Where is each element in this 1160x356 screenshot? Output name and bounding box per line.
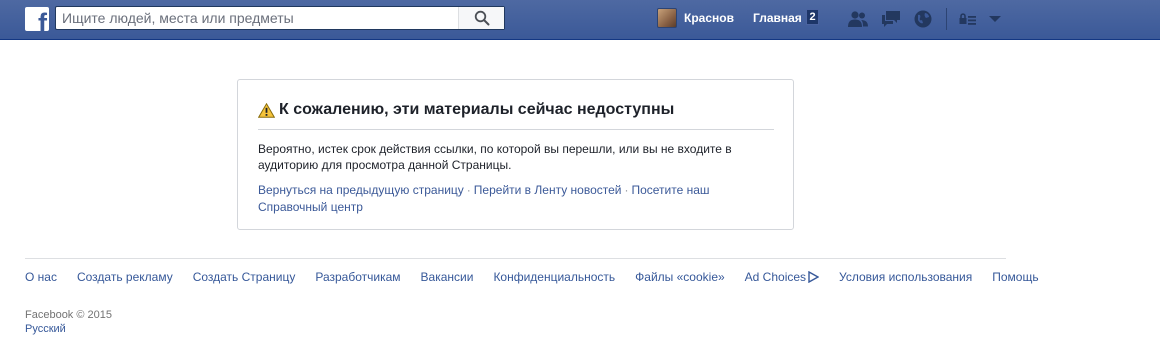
messages-button[interactable]: [880, 9, 902, 29]
error-title-text: К сожалению, эти материалы сейчас недост…: [279, 101, 675, 118]
link-separator: ·: [624, 183, 629, 197]
go-back-link[interactable]: Вернуться на предыдущую страницу: [258, 183, 464, 197]
account-menu-button[interactable]: [984, 9, 1006, 29]
error-title: К сожалению, эти материалы сейчас недост…: [258, 101, 674, 119]
error-links: Вернуться на предыдущую страницу · Перейти…: [258, 182, 758, 216]
footer-links: О нас Создать рекламу Создать Страницу Р…: [25, 270, 1059, 284]
facebook-logo-letter: f: [38, 8, 47, 32]
news-feed-link[interactable]: Перейти в Ленту новостей: [474, 183, 622, 197]
ad-choices-icon: [808, 271, 820, 283]
footer-link-create-ad[interactable]: Создать рекламу: [77, 270, 173, 284]
footer-language-link[interactable]: Русский: [25, 322, 66, 336]
messages-icon: [882, 11, 900, 27]
footer-link-careers[interactable]: Вакансии: [421, 270, 474, 284]
topbar-divider: [946, 8, 947, 30]
home-link[interactable]: Главная: [753, 11, 802, 25]
footer-link-about[interactable]: О нас: [25, 270, 57, 284]
search-input[interactable]: [56, 7, 460, 29]
search-icon: [474, 10, 489, 26]
privacy-shortcuts-button[interactable]: [957, 9, 979, 29]
notifications-icon: [914, 10, 932, 28]
top-bar: f Краснов Главная 2: [0, 0, 1160, 40]
link-separator: ·: [466, 183, 471, 197]
footer-copyright: Facebook © 2015: [25, 309, 112, 321]
footer-link-terms[interactable]: Условия использования: [839, 270, 972, 284]
friend-requests-icon: [848, 11, 868, 27]
content-unavailable-box: К сожалению, эти материалы сейчас недост…: [237, 79, 794, 230]
footer-link-create-page[interactable]: Создать Страницу: [193, 270, 296, 284]
footer-link-privacy[interactable]: Конфиденциальность: [493, 270, 615, 284]
search-box: [55, 6, 505, 30]
warning-icon: [258, 102, 275, 118]
account-menu-arrow-icon: [989, 16, 1001, 22]
error-divider: [258, 129, 774, 130]
footer-link-ad-choices[interactable]: Ad Choices: [744, 270, 820, 284]
home-count-badge: 2: [806, 9, 819, 25]
ad-choices-label: Ad Choices: [744, 270, 807, 284]
notifications-button[interactable]: [912, 9, 934, 29]
footer-link-developers[interactable]: Разработчикам: [315, 270, 400, 284]
footer-link-cookies[interactable]: Файлы «cookie»: [635, 270, 725, 284]
avatar: [657, 8, 677, 28]
error-message: Вероятно, истек срок действия ссылки, по…: [258, 142, 732, 172]
profile-link[interactable]: Краснов: [657, 8, 734, 28]
footer-link-help[interactable]: Помощь: [992, 270, 1038, 284]
facebook-logo[interactable]: f: [25, 7, 49, 31]
privacy-shortcuts-icon: [959, 13, 976, 25]
profile-name: Краснов: [684, 11, 734, 25]
search-button[interactable]: [458, 7, 504, 29]
footer-divider: [25, 258, 1006, 259]
friend-requests-button[interactable]: [847, 9, 869, 29]
